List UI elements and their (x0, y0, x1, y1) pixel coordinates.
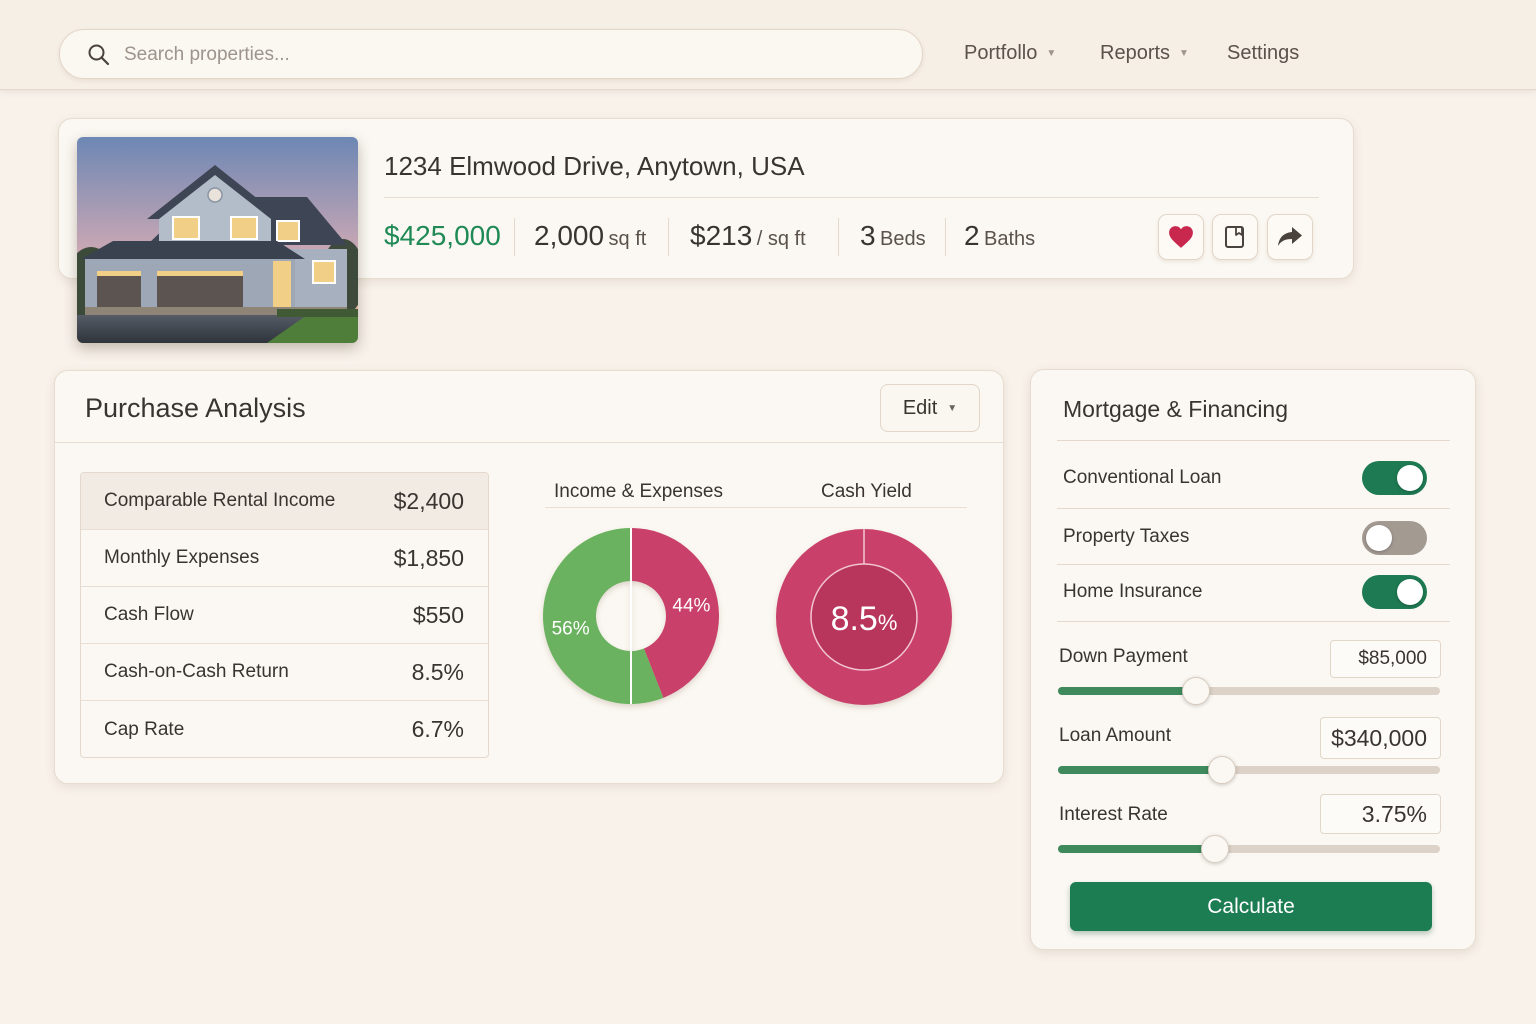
nav-settings-label: Settings (1227, 42, 1300, 64)
slider-thumb[interactable] (1200, 835, 1229, 863)
nav-reports[interactable]: Reports ▼ (1100, 42, 1189, 65)
table-row: Cash Flow $550 (81, 587, 488, 644)
favorite-button[interactable] (1158, 214, 1204, 260)
property-photo (77, 137, 358, 343)
sqft-value: 2,000 (534, 220, 605, 251)
metrics-table: Comparable Rental Income $2,400 Monthly … (80, 472, 489, 758)
cash-yield-header: Cash Yield (821, 481, 912, 502)
calculate-button[interactable]: Calculate (1070, 882, 1432, 931)
bookmark-icon (1225, 226, 1244, 248)
metric-label: Monthly Expenses (104, 547, 260, 568)
charts-area: 44%56% 8.5% (543, 528, 952, 705)
metric-label: Cash-on-Cash Return (104, 661, 289, 682)
house-photo-icon (77, 137, 358, 343)
metric-value: $550 (412, 601, 464, 628)
donut-slice-label: 44% (672, 595, 710, 616)
share-icon (1278, 227, 1302, 246)
price-per-sqft-value: $213 (690, 220, 753, 251)
table-row: Cash-on-Cash Return 8.5% (81, 644, 488, 701)
toggle-label-conventional-loan: Conventional Loan (1063, 467, 1222, 488)
mortgage-title: Mortgage & Financing (1063, 396, 1289, 422)
slider-fill (1058, 766, 1223, 774)
beds-unit: Beds (880, 228, 926, 250)
interest-rate-input[interactable]: 3.75% (1320, 794, 1441, 834)
bookmark-button[interactable] (1212, 214, 1258, 260)
income-expenses-header: Income & Expenses (554, 481, 723, 502)
toggle-label-property-taxes: Property Taxes (1063, 526, 1190, 547)
interest-rate-value: 3.75% (1361, 800, 1427, 827)
metric-label: Cash Flow (104, 604, 194, 625)
price-value: $425,000 (384, 220, 501, 251)
baths-value: 2 (964, 220, 980, 251)
table-row: Comparable Rental Income $2,400 (81, 473, 488, 530)
chevron-down-icon: ▼ (947, 402, 958, 414)
search-input[interactable] (124, 40, 884, 70)
metric-label: Cap Rate (104, 718, 185, 740)
loan-amount-label: Loan Amount (1059, 725, 1171, 746)
divider (945, 218, 946, 256)
divider (1057, 621, 1450, 622)
beds-value: 3 (860, 220, 876, 251)
baths-unit: Baths (984, 228, 1036, 250)
down-payment-slider[interactable] (1058, 677, 1440, 705)
divider (384, 197, 1319, 198)
property-baths: 2 Baths (964, 220, 1035, 252)
property-beds: 3 Beds (860, 220, 926, 252)
down-payment-label: Down Payment (1059, 646, 1188, 667)
property-price-per-sqft: $213 / sq ft (690, 220, 806, 252)
slider-fill (1058, 687, 1196, 695)
toggle-label-home-insurance: Home Insurance (1063, 581, 1203, 602)
property-price: $425,000 (384, 220, 501, 252)
purchase-analysis-title: Purchase Analysis (85, 393, 306, 423)
price-per-sqft-unit: / sq ft (756, 228, 806, 250)
nav-portfolio[interactable]: Portfollo ▼ (964, 42, 1056, 65)
slider-thumb[interactable] (1181, 677, 1210, 705)
toggle-knob (1366, 525, 1392, 551)
loan-amount-slider[interactable] (1058, 756, 1440, 784)
down-payment-input[interactable]: $85,000 (1330, 640, 1441, 678)
divider (514, 218, 515, 256)
divider (838, 218, 839, 256)
metric-label: Comparable Rental Income (104, 490, 336, 511)
divider (55, 442, 1003, 443)
property-taxes-toggle[interactable] (1362, 521, 1427, 555)
chevron-down-icon: ▼ (1179, 48, 1189, 59)
nav-portfolio-label: Portfollo (964, 42, 1038, 64)
conventional-loan-toggle[interactable] (1362, 461, 1427, 495)
calculate-label: Calculate (1207, 894, 1295, 918)
divider (1057, 440, 1450, 441)
property-sqft: 2,000 sq ft (534, 220, 646, 252)
divider (1057, 508, 1450, 509)
divider (1057, 564, 1450, 565)
loan-amount-input[interactable]: $340,000 (1320, 717, 1441, 759)
nav-reports-label: Reports (1100, 42, 1171, 64)
nav-settings[interactable]: Settings (1227, 42, 1299, 65)
metric-value: 6.7% (411, 716, 464, 742)
table-row: Cap Rate 6.7% (81, 701, 488, 757)
slider-fill (1058, 845, 1215, 853)
toggle-knob (1397, 579, 1423, 605)
sqft-unit: sq ft (608, 228, 647, 250)
edit-button[interactable]: Edit ▼ (880, 384, 980, 432)
heart-icon (1169, 226, 1193, 248)
search-icon (88, 44, 110, 66)
share-button[interactable] (1267, 214, 1313, 260)
divider (545, 507, 967, 508)
metric-value: $2,400 (393, 487, 464, 514)
divider (668, 218, 669, 256)
loan-amount-value: $340,000 (1331, 724, 1427, 751)
metric-value: $1,850 (393, 544, 464, 571)
edit-label: Edit (902, 396, 938, 419)
home-insurance-toggle[interactable] (1362, 575, 1427, 609)
search-bar[interactable] (59, 29, 923, 79)
property-address: 1234 Elmwood Drive, Anytown, USA (384, 151, 805, 181)
donut-slice-label: 56% (552, 619, 590, 640)
table-row: Monthly Expenses $1,850 (81, 530, 488, 587)
toggle-knob (1397, 465, 1423, 491)
interest-rate-label: Interest Rate (1059, 804, 1168, 825)
chevron-down-icon: ▼ (1046, 48, 1057, 59)
down-payment-value: $85,000 (1358, 648, 1427, 669)
interest-rate-slider[interactable] (1058, 835, 1440, 863)
metric-value: 8.5% (411, 658, 464, 685)
